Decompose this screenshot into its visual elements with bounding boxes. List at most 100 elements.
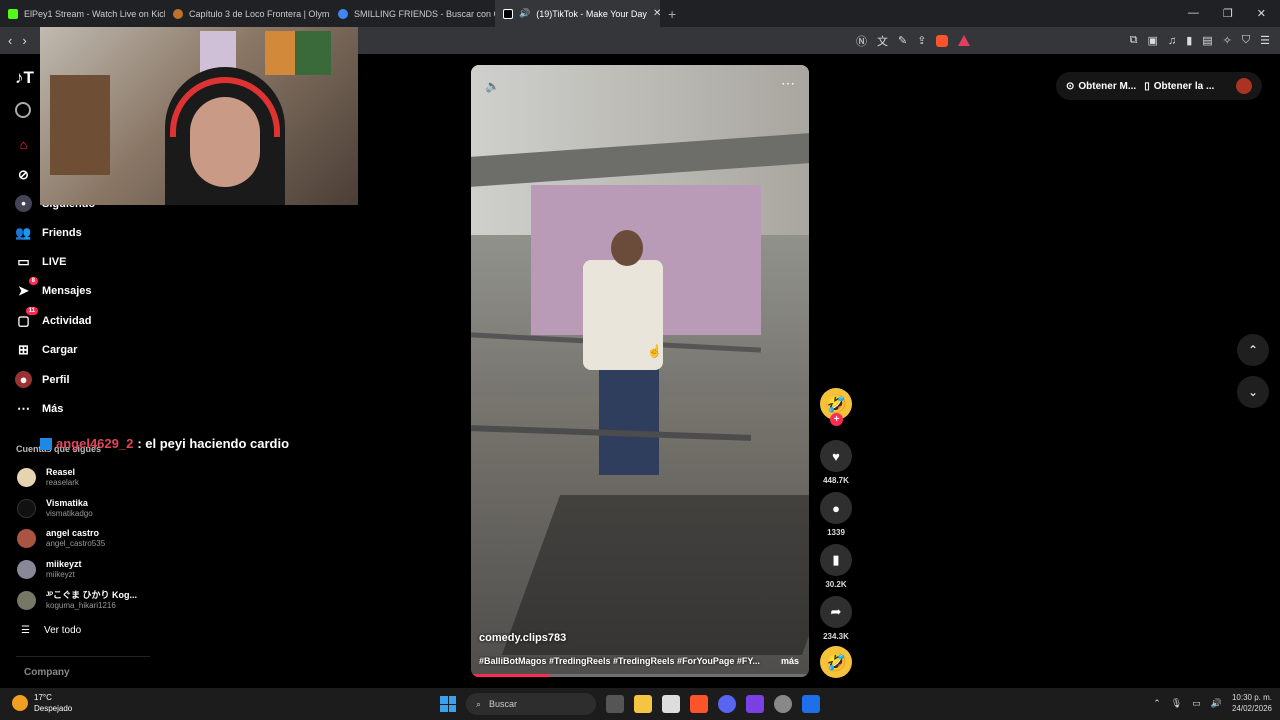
leo-icon[interactable]: ✧ [1223, 34, 1232, 47]
edit-icon[interactable]: ✎ [898, 34, 907, 47]
forward-icon[interactable]: › [22, 33, 26, 48]
messages-icon: ➤ 8 [15, 277, 38, 299]
discord-icon[interactable] [718, 695, 736, 713]
screenshot-icon[interactable]: ▣ [1148, 34, 1158, 47]
search-icon[interactable] [15, 102, 31, 118]
sidebar-item-explore[interactable]: ⊘ [15, 166, 32, 183]
more-options-icon[interactable]: ⋯ [781, 75, 795, 92]
share-button[interactable]: ➦ [820, 596, 852, 628]
no-translate-icon[interactable]: Ⓝ [856, 33, 867, 49]
account-handle: angel_castro535 [46, 539, 106, 548]
get-coins-button[interactable]: ⊙ Obtener M... [1066, 81, 1136, 92]
get-app-bar: ⊙ Obtener M... ▯ Obtener la ... [1056, 72, 1262, 100]
video-author[interactable]: comedy.clips783 [479, 632, 566, 644]
translate-icon[interactable]: 文 [877, 33, 888, 49]
see-all-button[interactable]: ☰ Ver todo [21, 625, 81, 636]
close-window-icon[interactable]: ✕ [1257, 7, 1266, 20]
sidebar-item-profile[interactable]: ● Perfil [15, 371, 70, 388]
sidebar-item-label: Perfil [42, 373, 70, 386]
account-item[interactable]: Vismatika vismatikadgo [17, 498, 93, 519]
comment-icon: ● [832, 500, 840, 516]
avatar [17, 499, 36, 518]
sidebar-item-live[interactable]: ▭ LIVE [15, 253, 66, 270]
chevron-up-icon[interactable]: ⌃ [1153, 698, 1161, 709]
close-tab-icon[interactable]: ✕ [653, 8, 660, 19]
video-player[interactable]: 🔈 ⋯ comedy.clips783 #BalliBotMagos #Tred… [471, 65, 809, 677]
sidebar-item-messages[interactable]: ➤ 8 Mensajes [15, 277, 92, 299]
music-disc[interactable]: 🤣 [820, 646, 852, 678]
olympus-favicon-icon [173, 8, 183, 19]
sidebar-item-more[interactable]: ⋯ Más [15, 400, 63, 417]
sidebar-item-friends[interactable]: 👥 Friends [15, 224, 81, 241]
clock[interactable]: 10:30 p. m. 24/02/2026 [1232, 692, 1272, 714]
tab-google[interactable]: SMILLING FRIENDS - Buscar con Goo... [330, 0, 495, 27]
user-avatar[interactable] [1236, 78, 1252, 94]
account-item[interactable]: angel castro angel_castro535 [17, 528, 105, 549]
previous-video-button[interactable]: ⌃ [1237, 334, 1269, 366]
temperature: 17°C [34, 693, 52, 702]
google-favicon-icon [338, 8, 348, 19]
account-name: miikeyzt [46, 559, 82, 569]
windows-start-icon[interactable] [440, 696, 456, 712]
account-name: angel castro [46, 528, 100, 538]
new-tab-button[interactable]: + [660, 6, 684, 22]
share-icon[interactable]: ⇪ [917, 34, 926, 47]
live-icon: ▭ [17, 253, 30, 269]
get-app-button[interactable]: ▯ Obtener la ... [1144, 81, 1214, 92]
get-coins-label: Obtener M... [1078, 80, 1137, 92]
video-hashtags[interactable]: #BalliBotMagos #TredingReels #TredingRee… [479, 656, 771, 666]
minimize-icon[interactable]: — [1188, 7, 1199, 20]
steam-icon[interactable] [774, 695, 792, 713]
account-item[interactable]: miikeyzt miikeyzt [17, 559, 82, 580]
comment-button[interactable]: ● [820, 492, 852, 524]
file-explorer-icon[interactable] [634, 695, 652, 713]
heart-icon: ♥ [832, 448, 840, 464]
profile-icon: ● [15, 371, 32, 388]
music-icon[interactable]: ♫ [1168, 35, 1176, 47]
save-button[interactable]: ▮ [820, 544, 852, 576]
avatar [17, 560, 36, 579]
microphone-icon[interactable]: 🎙 [1171, 698, 1182, 709]
save-count: 30.2K [825, 580, 847, 589]
sidebar-icon[interactable]: ▮ [1186, 34, 1192, 47]
menu-icon[interactable]: ☰ [1260, 34, 1270, 47]
next-video-button[interactable]: ⌄ [1237, 376, 1269, 408]
sidebar-item-home[interactable]: ⌂ [15, 136, 32, 153]
tab-tiktok[interactable]: 🔊 (19)TikTok - Make Your Day ✕ [495, 0, 660, 27]
task-view-icon[interactable] [606, 695, 624, 713]
sidebar-item-activity[interactable]: ▢ 11 Actividad [15, 307, 92, 329]
mute-icon[interactable]: 🔈 [485, 79, 500, 93]
account-item[interactable]: ᴶᴾこぐま ひかり Kog... koguma_hikari1216 [17, 590, 137, 611]
home-icon: ⌂ [19, 137, 28, 152]
like-button[interactable]: ♥ [820, 440, 852, 472]
vs-code-icon[interactable] [802, 695, 820, 713]
wallet-icon[interactable]: ▤ [1202, 34, 1212, 47]
back-icon[interactable]: ‹ [8, 33, 12, 48]
video-person-legs [599, 365, 659, 475]
account-item[interactable]: Reasel reaselark [17, 467, 79, 488]
store-icon[interactable] [662, 695, 680, 713]
brave-browser-icon[interactable] [690, 695, 708, 713]
video-progress-bar[interactable] [471, 674, 809, 677]
company-link[interactable]: Company [24, 667, 70, 678]
tab-olympus[interactable]: Capítulo 3 de Loco Frontera | Olymp... [165, 0, 330, 27]
follow-plus-icon[interactable]: + [830, 413, 843, 426]
extensions-icon[interactable]: ⧉ [1130, 34, 1138, 47]
brave-rewards-icon[interactable] [958, 35, 971, 46]
account-name: Vismatika [46, 498, 88, 508]
maximize-icon[interactable]: ❐ [1223, 7, 1233, 20]
clapper-icon[interactable] [746, 695, 764, 713]
taskbar-search[interactable]: ⌕ Buscar [466, 693, 596, 715]
tiktok-logo-icon[interactable]: ♪T [15, 68, 34, 88]
sidebar-item-upload[interactable]: ⊞ Cargar [15, 341, 77, 358]
vpn-icon[interactable]: ⛉ [1242, 34, 1250, 47]
tab-kick[interactable]: ElPey1 Stream - Watch Live on Kick [0, 0, 165, 27]
weather-widget[interactable]: 17°C Despejado [12, 692, 72, 714]
network-icon[interactable]: ▭ [1192, 698, 1201, 709]
brave-shield-icon[interactable] [936, 34, 949, 47]
see-more-button[interactable]: más [781, 656, 799, 666]
browser-tabbar: ElPey1 Stream - Watch Live on Kick Capít… [0, 0, 1280, 27]
volume-icon[interactable]: 🔊 [1211, 698, 1222, 709]
compass-icon: ⊘ [18, 166, 29, 182]
bookmark-icon: ▮ [832, 552, 840, 567]
